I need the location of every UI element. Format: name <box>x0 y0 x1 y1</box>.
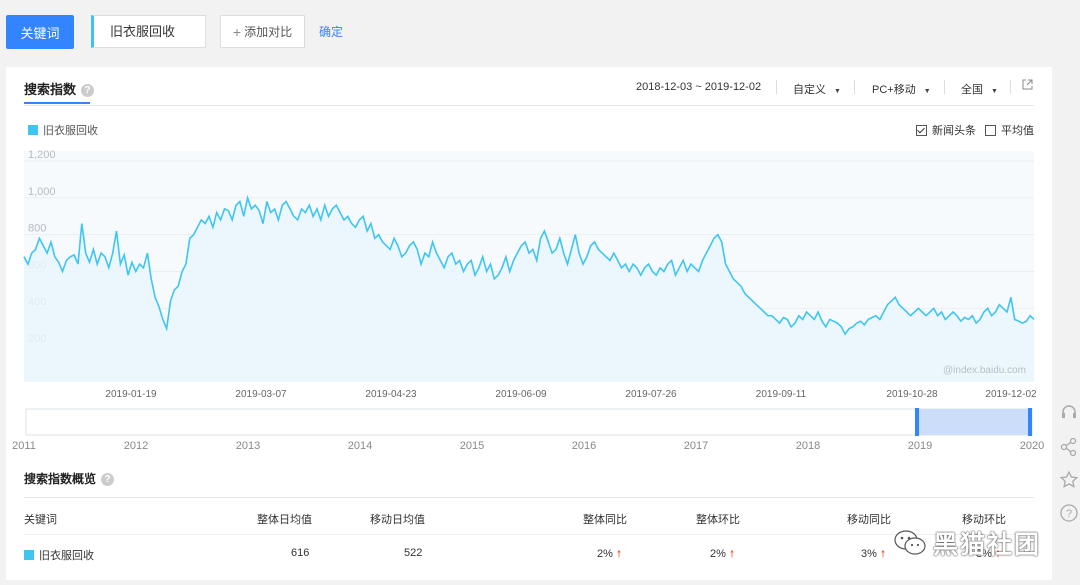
slider-year-label: 2019 <box>908 440 932 452</box>
header-mobile-yoy: 移动同比 <box>847 514 891 526</box>
range-slider-left-handle[interactable] <box>915 408 919 436</box>
date-range[interactable]: 2018-12-03 ~ 2019-12-02 <box>636 81 761 93</box>
wechat-watermark: 黑猫社团 <box>893 525 1041 561</box>
x-tick-label: 2019-09-11 <box>756 389 807 400</box>
add-compare-label: 添加对比 <box>244 25 293 39</box>
slider-year-label: 2012 <box>124 440 148 452</box>
checkbox-icon[interactable] <box>985 124 996 136</box>
confirm-link[interactable]: 确定 <box>319 23 343 40</box>
header-overall-avg: 整体日均值 <box>257 514 312 526</box>
add-compare-button[interactable]: + 添加对比 <box>220 15 305 48</box>
x-tick-label: 2019-06-09 <box>495 389 547 400</box>
wechat-icon <box>894 530 926 555</box>
slider-year-label: 2017 <box>684 440 708 452</box>
svg-text:?: ? <box>1066 508 1072 520</box>
overall-yoy-value: 2% <box>597 548 613 560</box>
y-tick-label: 800 <box>28 223 46 235</box>
news-checkbox[interactable]: 新闻头条 <box>916 122 976 138</box>
caret-down-icon: ▼ <box>923 88 931 95</box>
header-overall-yoy: 整体同比 <box>583 514 627 526</box>
custom-select-label: 自定义 <box>793 84 826 96</box>
row-overall-mom: 2% 🠕 <box>710 547 734 564</box>
range-slider-track[interactable] <box>25 408 1033 436</box>
x-tick-label: 2019-01-19 <box>105 389 157 400</box>
share-icon[interactable] <box>1058 436 1080 458</box>
x-tick-label: 2019-03-07 <box>235 389 287 400</box>
slider-year-label: 2014 <box>348 440 372 452</box>
header-keyword: 关键词 <box>24 514 57 526</box>
mobile-yoy-value: 3% <box>861 548 877 560</box>
divider <box>24 497 1034 498</box>
slider-year-label: 2018 <box>796 440 820 452</box>
range-slider-selection[interactable] <box>917 409 1032 435</box>
overview-title: 搜索指数概览? <box>24 470 115 487</box>
search-index-chart: 1,2001,0008006004002002019-01-192019-03-… <box>12 149 1044 452</box>
tab-label: 搜索指数 <box>24 82 77 97</box>
caret-down-icon: ▼ <box>991 88 998 95</box>
divider <box>944 80 945 94</box>
region-select[interactable]: 全国 ▼ <box>961 81 998 97</box>
top-toolbar: 关键词 旧衣服回收 + 添加对比 确定 <box>0 0 1080 66</box>
overall-mom-value: 2% <box>710 548 726 560</box>
row-overall-yoy: 2% 🠕 <box>597 547 621 564</box>
arrow-up-icon: 🠕 <box>880 549 886 560</box>
row-keyword-label: 旧衣服回收 <box>39 550 94 562</box>
arrow-up-icon: 🠕 <box>616 549 622 560</box>
range-slider-right-handle[interactable] <box>1028 408 1032 436</box>
chart-legend[interactable]: 旧衣服回收 <box>28 122 98 138</box>
arrow-up-icon: 🠕 <box>729 549 735 560</box>
divider <box>1010 80 1011 94</box>
keyword-input[interactable]: 旧衣服回收 <box>91 15 206 48</box>
row-overall-avg: 616 <box>291 547 310 559</box>
checkbox-checked-icon[interactable] <box>916 124 927 136</box>
divider <box>854 80 855 94</box>
region-select-label: 全国 <box>961 84 983 96</box>
help-icon[interactable]: ? <box>81 84 95 97</box>
y-tick-label: 1,200 <box>28 149 56 161</box>
slider-year-label: 2015 <box>460 440 484 452</box>
legend-swatch <box>24 550 34 560</box>
legend-label: 旧衣服回收 <box>43 125 98 137</box>
device-select-label: PC+移动 <box>872 84 916 96</box>
chart-watermark: @index.baidu.com <box>943 365 1026 376</box>
headset-icon[interactable] <box>1058 402 1080 424</box>
tab-underline <box>24 102 90 104</box>
divider <box>24 534 1034 535</box>
slider-year-label: 2013 <box>236 440 260 452</box>
x-tick-label: 2019-04-23 <box>365 389 417 400</box>
device-select[interactable]: PC+移动 ▼ <box>872 81 931 97</box>
legend-swatch <box>28 125 38 135</box>
external-link-icon[interactable] <box>1022 79 1033 90</box>
search-index-panel: 1,2001,0008006004002002019-01-192019-03-… <box>6 67 1052 580</box>
caret-down-icon: ▼ <box>834 88 841 95</box>
row-mobile-avg: 522 <box>404 547 423 559</box>
help-icon[interactable]: ? <box>101 473 115 486</box>
header-overall-mom: 整体环比 <box>696 514 740 526</box>
keyword-button[interactable]: 关键词 <box>6 15 74 49</box>
divider <box>24 105 1034 106</box>
help-circle-icon[interactable]: ? <box>1058 502 1080 524</box>
x-tick-label: 2019-10-28 <box>886 389 938 400</box>
custom-select[interactable]: 自定义 ▼ <box>793 81 841 97</box>
average-checkbox[interactable]: 平均值 <box>985 122 1034 138</box>
watermark-brand: 黑猫社团 <box>933 531 1042 559</box>
news-checkbox-label: 新闻头条 <box>932 125 976 137</box>
row-keyword: 旧衣服回收 <box>24 547 94 563</box>
slider-year-label: 2011 <box>12 440 36 452</box>
header-mobile-avg: 移动日均值 <box>370 514 425 526</box>
slider-year-label: 2020 <box>1020 440 1044 452</box>
tab-search-index[interactable]: 搜索指数? <box>24 79 95 98</box>
row-mobile-yoy: 3% 🠕 <box>861 547 885 564</box>
average-checkbox-label: 平均值 <box>1001 125 1034 137</box>
slider-year-label: 2016 <box>572 440 596 452</box>
x-tick-label: 2019-12-02 <box>985 389 1037 400</box>
plus-icon: + <box>232 23 242 40</box>
x-tick-label: 2019-07-26 <box>625 389 677 400</box>
y-tick-label: 1,000 <box>28 186 56 198</box>
overview-title-label: 搜索指数概览 <box>24 472 97 486</box>
divider <box>776 80 777 94</box>
star-icon[interactable] <box>1058 469 1080 491</box>
